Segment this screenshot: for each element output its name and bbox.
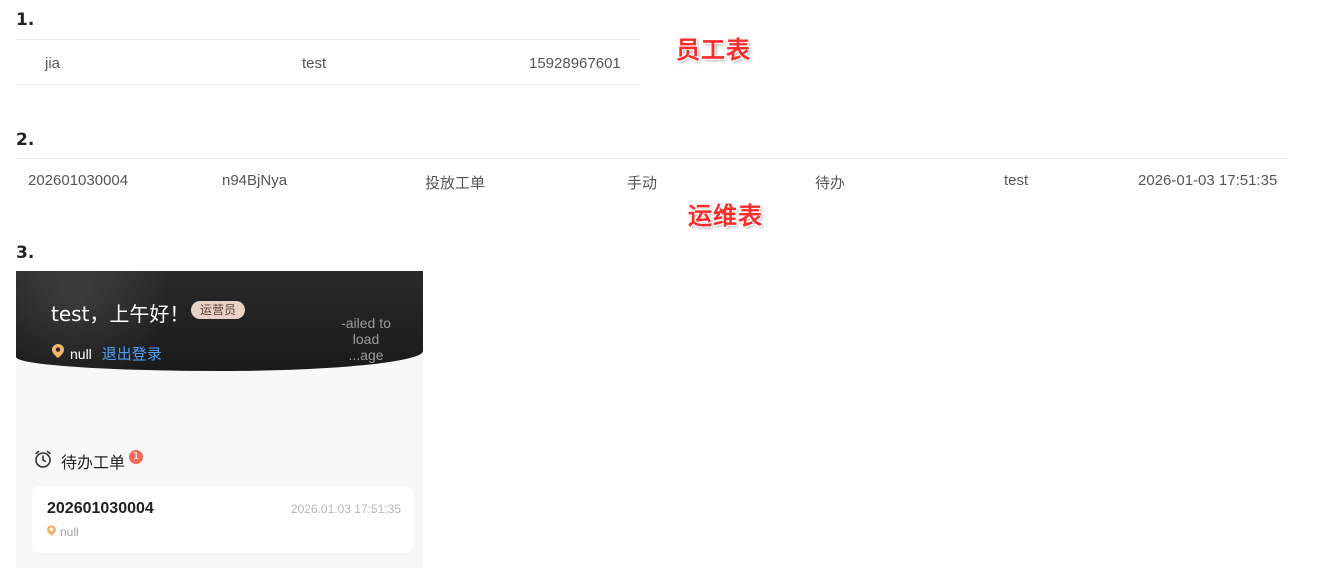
section-number-1: 1.	[16, 10, 35, 30]
role-badge: 运营员	[191, 301, 246, 319]
staff-account-cell: test	[302, 55, 327, 72]
card-order-number: 202601030004	[47, 500, 154, 517]
card-location-row: null	[47, 525, 79, 539]
location-pin-icon	[52, 344, 64, 363]
staff-table-annotation: 员工表	[676, 36, 751, 64]
table-divider-top	[16, 39, 640, 40]
device-code-cell: n94BjNya	[222, 172, 288, 189]
create-method-cell: 手动	[627, 175, 658, 192]
logout-link[interactable]: 退出登录	[102, 343, 162, 364]
mobile-home-screen: test，上午好！ 运营员 null 退出登录 -ailed to load .…	[16, 271, 423, 568]
todo-count-badge: 1	[129, 450, 144, 464]
alarm-clock-icon	[33, 449, 53, 473]
create-time-cell: 2026-01-03 17:51:35	[1138, 172, 1278, 189]
staff-phone-cell: 15928967601	[529, 55, 621, 72]
todo-title-label: 待办工单	[61, 453, 126, 472]
greeting-text: test，上午好！	[51, 302, 190, 326]
card-time: 2026.01.03 17:51:35	[290, 502, 401, 516]
location-pin-icon	[47, 525, 56, 539]
ops-table-annotation: 运维表	[688, 202, 763, 230]
staff-name-cell: jia	[45, 55, 61, 72]
table-divider-bottom	[16, 84, 640, 85]
operator-cell: test	[1004, 172, 1029, 189]
location-row: null 退出登录	[52, 343, 162, 364]
order-type-cell: 投放工单	[425, 175, 486, 192]
section-number-2: 2.	[16, 130, 35, 150]
section-number-3: 3.	[16, 243, 35, 263]
table-divider-top	[16, 158, 1288, 159]
failed-image-placeholder: -ailed to load ...age	[341, 315, 391, 363]
card-location-text: null	[60, 525, 79, 539]
header-banner: test，上午好！ 运营员 null 退出登录 -ailed to load .…	[16, 271, 423, 371]
todo-order-card[interactable]: 202601030004 2026.01.03 17:51:35 null	[32, 486, 413, 553]
todo-section-title[interactable]: 待办工单 1	[33, 449, 144, 473]
location-text: null	[70, 345, 92, 362]
order-number-cell: 202601030004	[28, 172, 129, 189]
order-status-cell: 待办	[815, 175, 846, 192]
